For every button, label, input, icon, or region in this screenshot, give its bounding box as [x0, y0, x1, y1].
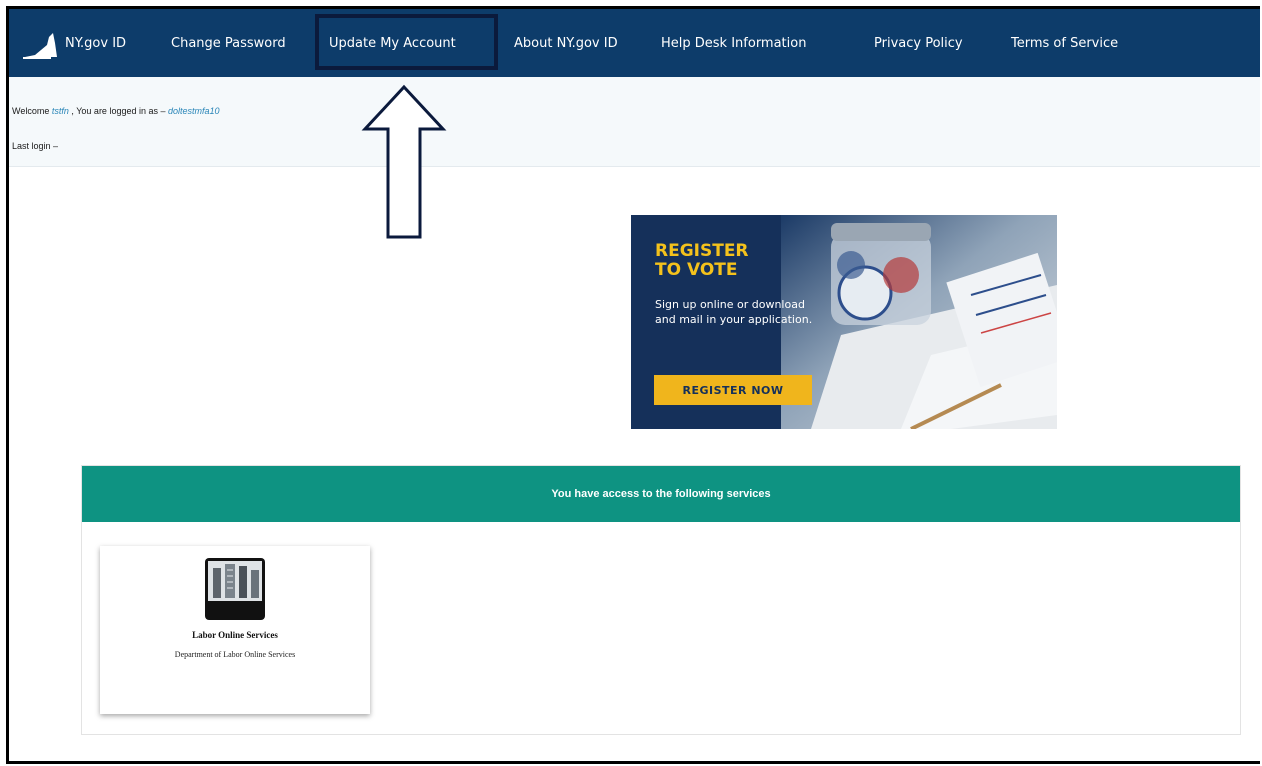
register-to-vote-banner[interactable]: REGISTER TO VOTE Sign up online or downl… [631, 215, 1057, 429]
nav-item-help-desk-information[interactable]: Help Desk Information [661, 9, 806, 77]
up-arrow-icon [361, 84, 447, 239]
top-navigation: NY.gov ID Change Password Update My Acco… [9, 9, 1260, 77]
services-panel: You have access to the following service… [81, 465, 1241, 735]
banner-description: Sign up online or download and mail in y… [655, 298, 813, 326]
banner-title-line2: TO VOTE [655, 260, 738, 280]
welcome-name: tstfn [51, 106, 69, 116]
welcome-username: doltestmfa10 [168, 106, 220, 116]
nav-item-about-nygov-id[interactable]: About NY.gov ID [514, 9, 618, 77]
ny-state-logo-icon[interactable] [21, 31, 61, 61]
welcome-message: Welcome tstfn , You are logged in as – d… [12, 106, 220, 116]
labor-building-icon [205, 558, 265, 620]
nav-item-update-my-account[interactable]: Update My Account [329, 9, 456, 77]
jar [831, 223, 931, 325]
nav-item-change-password[interactable]: Change Password [171, 9, 286, 77]
nav-item-privacy-policy[interactable]: Privacy Policy [874, 9, 963, 77]
welcome-prefix: Welcome [12, 106, 50, 116]
browser-frame: NY.gov ID Change Password Update My Acco… [6, 6, 1260, 764]
services-header: You have access to the following service… [82, 466, 1240, 522]
nav-item-terms-of-service[interactable]: Terms of Service [1011, 9, 1118, 77]
service-title: Labor Online Services [192, 630, 278, 640]
banner-title-line1: REGISTER [655, 241, 749, 261]
service-description: Department of Labor Online Services [174, 650, 296, 659]
welcome-bar: Welcome tstfn , You are logged in as – d… [9, 77, 1260, 167]
register-now-button[interactable]: REGISTER NOW [654, 375, 812, 405]
service-card-labor-online[interactable]: Labor Online Services Department of Labo… [100, 546, 370, 714]
last-login: Last login – [12, 141, 59, 151]
nav-item-nygov-id[interactable]: NY.gov ID [65, 9, 126, 77]
welcome-middle: , You are logged in as – [71, 106, 166, 116]
